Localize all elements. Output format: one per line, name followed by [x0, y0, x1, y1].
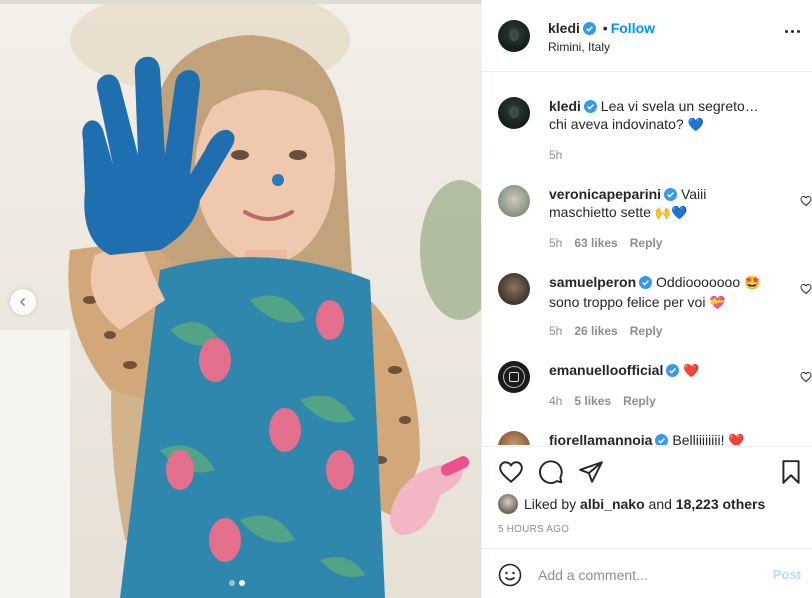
chevron-left-icon [19, 297, 26, 307]
post-timestamp[interactable]: 5 HOURS AGO [498, 524, 569, 535]
carousel-dot-active [239, 580, 245, 586]
verified-badge-icon [639, 276, 653, 289]
caption-username[interactable]: kledi [549, 98, 581, 114]
heart-icon[interactable] [800, 195, 812, 207]
carousel-dot [229, 580, 235, 586]
avatar[interactable] [498, 20, 530, 52]
emoji-icon[interactable] [498, 563, 522, 587]
likes-conj: and [648, 496, 672, 512]
more-icon-dot [791, 30, 794, 33]
avatar[interactable] [498, 494, 518, 514]
previous-photo-button[interactable] [10, 289, 36, 315]
heart-icon[interactable] [498, 459, 524, 485]
comment-likes[interactable]: 63 likes [574, 236, 617, 250]
reply-button[interactable]: Reply [630, 324, 663, 338]
comment-input[interactable] [538, 563, 748, 587]
share-icon[interactable] [578, 459, 604, 485]
header-username[interactable]: kledi [548, 20, 580, 36]
follow-button[interactable]: Follow [611, 20, 655, 36]
comment-likes[interactable]: 26 likes [574, 324, 617, 338]
post-comment-button[interactable]: Post [773, 567, 801, 582]
more-icon-dot [797, 30, 800, 33]
avatar[interactable] [498, 431, 530, 445]
comment-body: emanuelloofficial ❤️ [549, 361, 764, 381]
comment-username[interactable]: fiorellamannoia [549, 432, 652, 445]
post-photo[interactable] [0, 0, 481, 598]
caption-time: 5h [549, 148, 563, 162]
comment-emoji-pre: 🤩 [744, 276, 761, 291]
caption-emoji: 💙 [687, 118, 704, 133]
header-separator: • [602, 20, 608, 36]
comment-time[interactable]: 5h [549, 236, 562, 250]
heart-icon[interactable] [800, 371, 812, 383]
avatar[interactable] [498, 361, 530, 393]
comment-composer: Post [482, 548, 812, 598]
post-location[interactable]: Rimini, Italy [548, 40, 610, 54]
post-actions [482, 446, 812, 494]
reply-button[interactable]: Reply [630, 236, 663, 250]
comment-text-2: sono troppo felice per voi [549, 294, 706, 310]
bookmark-icon[interactable] [778, 459, 804, 485]
verified-badge-icon [655, 434, 669, 445]
comments-list[interactable]: kledi Lea vi svela un segreto…chi aveva … [482, 73, 812, 445]
comment-text: Oddiooooooo [656, 274, 741, 290]
comment-username[interactable]: veronicapeparini [549, 186, 661, 202]
comment-body: veronicapeparini Vaiii maschietto sette … [549, 185, 764, 223]
photo-illustration [0, 0, 481, 598]
verified-badge-icon [664, 188, 678, 201]
likes-user[interactable]: albi_nako [580, 496, 645, 512]
likes-summary[interactable]: Liked by albi_nako and 18,223 others [498, 494, 765, 514]
comment-time[interactable]: 5h [549, 324, 562, 338]
more-options-button[interactable] [785, 30, 800, 33]
likes-others[interactable]: 18,223 others [676, 496, 766, 512]
heart-icon[interactable] [800, 283, 812, 295]
reply-button[interactable]: Reply [623, 394, 656, 408]
comment-username[interactable]: samuelperon [549, 274, 636, 290]
comment-icon[interactable] [538, 459, 564, 485]
comment-meta: 5h 63 likes Reply [549, 236, 662, 250]
likes-prefix: Liked by [524, 496, 577, 512]
header-user-line: kledi • Follow [548, 20, 655, 36]
post-side-panel: kledi • Follow Rimini, Italy kledi Lea vi… [481, 0, 812, 598]
comment-text: Belliiiiiiii! [672, 432, 725, 445]
post-header: kledi • Follow Rimini, Italy [482, 0, 812, 72]
avatar[interactable] [498, 185, 530, 217]
comment-meta: 5h 26 likes Reply [549, 324, 662, 338]
photo-top-strip [0, 0, 481, 4]
carousel-indicators [229, 580, 245, 586]
comment-body: samuelperon Oddiooooooo 🤩 sono troppo fe… [549, 273, 764, 313]
comment-time[interactable]: 4h [549, 394, 562, 408]
comment-meta: 4h 5 likes Reply [549, 394, 656, 408]
caption-body: kledi Lea vi svela un segreto…chi aveva … [549, 97, 764, 135]
avatar[interactable] [498, 273, 530, 305]
comment-emoji: ❤️ [683, 364, 700, 379]
comment-body: fiorellamannoia Belliiiiiiii! ❤️ [549, 431, 764, 445]
verified-badge-icon [666, 364, 680, 377]
comment-likes[interactable]: 5 likes [574, 394, 611, 408]
verified-badge-icon [583, 100, 597, 113]
more-icon-dot [785, 30, 788, 33]
avatar[interactable] [498, 97, 530, 129]
verified-badge-icon [582, 22, 596, 35]
comment-emoji: ❤️ [728, 434, 745, 445]
comment-username[interactable]: emanuelloofficial [549, 362, 663, 378]
comment-emoji: 🙌💙 [654, 206, 688, 221]
comment-emoji: 💝 [709, 296, 726, 311]
